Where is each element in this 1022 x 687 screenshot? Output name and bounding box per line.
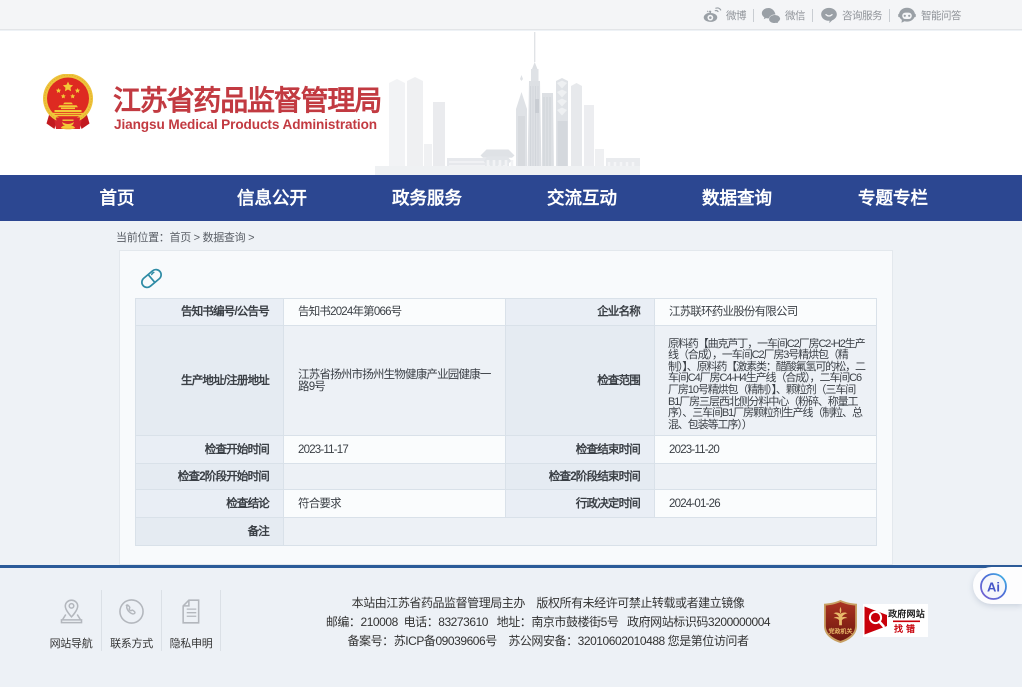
svg-text:找错: 找错 xyxy=(894,623,918,634)
svg-text:党政机关: 党政机关 xyxy=(828,628,852,636)
svg-text:Ai: Ai xyxy=(987,580,1000,595)
svg-text:政府网站: 政府网站 xyxy=(888,608,925,619)
